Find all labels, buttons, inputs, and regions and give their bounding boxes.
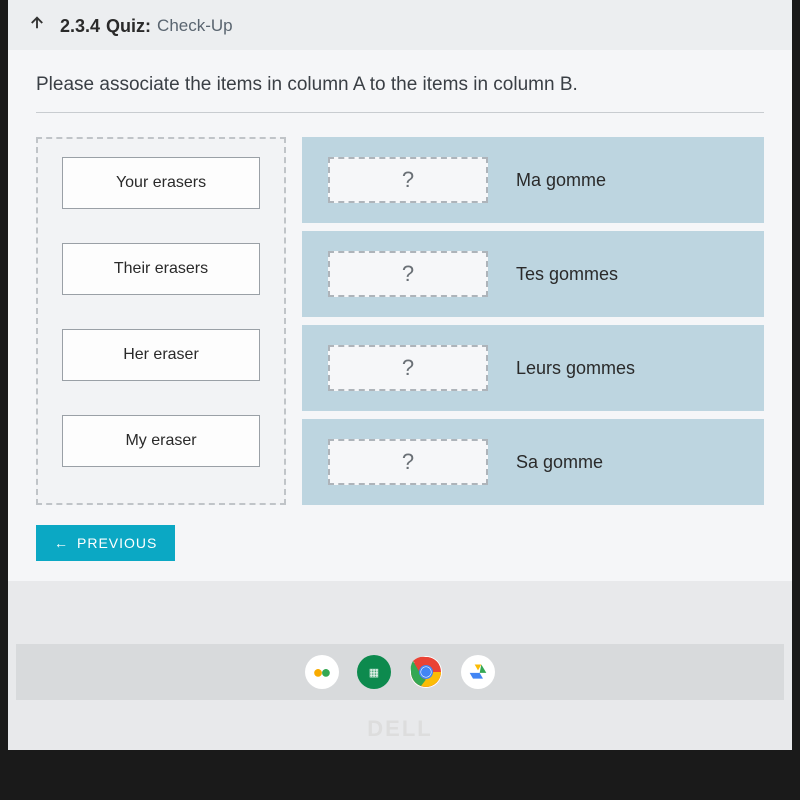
- quiz-label: Quiz:: [106, 16, 151, 37]
- target-row: ? Sa gomme: [302, 419, 764, 505]
- target-row: ? Tes gommes: [302, 231, 764, 317]
- quiz-content: Please associate the items in column A t…: [8, 50, 792, 581]
- drop-zone[interactable]: ?: [328, 251, 488, 297]
- laptop-frame: 2.3.4 Quiz: Check-Up Please associate th…: [0, 0, 800, 800]
- drag-item-your-erasers[interactable]: Your erasers: [62, 157, 260, 209]
- taskbar-drive-icon[interactable]: [461, 655, 495, 689]
- drop-zone[interactable]: ?: [328, 345, 488, 391]
- previous-label: PREVIOUS: [77, 535, 157, 551]
- target-label-sa-gomme: Sa gomme: [516, 452, 603, 473]
- taskbar-calculator-icon[interactable]: ▦: [357, 655, 391, 689]
- drag-item-my-eraser[interactable]: My eraser: [62, 415, 260, 467]
- drop-zone[interactable]: ?: [328, 157, 488, 203]
- target-label-ma-gomme: Ma gomme: [516, 170, 606, 191]
- match-area: Your erasers Their erasers Her eraser My…: [36, 137, 764, 505]
- quiz-subtitle: Check-Up: [157, 16, 233, 36]
- target-label-tes-gommes: Tes gommes: [516, 264, 618, 285]
- quiz-header: 2.3.4 Quiz: Check-Up: [8, 0, 792, 50]
- target-row: ? Leurs gommes: [302, 325, 764, 411]
- instruction-text: Please associate the items in column A t…: [36, 74, 764, 113]
- taskbar-app-icon[interactable]: ●●: [305, 655, 339, 689]
- taskbar: ●● ▦: [16, 644, 784, 700]
- back-arrow-icon[interactable]: [28, 14, 46, 38]
- previous-button[interactable]: ← PREVIOUS: [36, 525, 175, 561]
- drop-zone[interactable]: ?: [328, 439, 488, 485]
- column-b: ? Ma gomme ? Tes gommes ? Leurs gommes ?…: [302, 137, 764, 505]
- nav-bar: ← PREVIOUS: [36, 525, 764, 561]
- target-row: ? Ma gomme: [302, 137, 764, 223]
- taskbar-chrome-icon[interactable]: [409, 655, 443, 689]
- dell-logo: DELL: [367, 716, 432, 742]
- drag-item-her-eraser[interactable]: Her eraser: [62, 329, 260, 381]
- arrow-left-icon: ←: [54, 535, 69, 551]
- target-label-leurs-gommes: Leurs gommes: [516, 358, 635, 379]
- column-a: Your erasers Their erasers Her eraser My…: [36, 137, 286, 505]
- drag-item-their-erasers[interactable]: Their erasers: [62, 243, 260, 295]
- quiz-number: 2.3.4: [60, 16, 100, 37]
